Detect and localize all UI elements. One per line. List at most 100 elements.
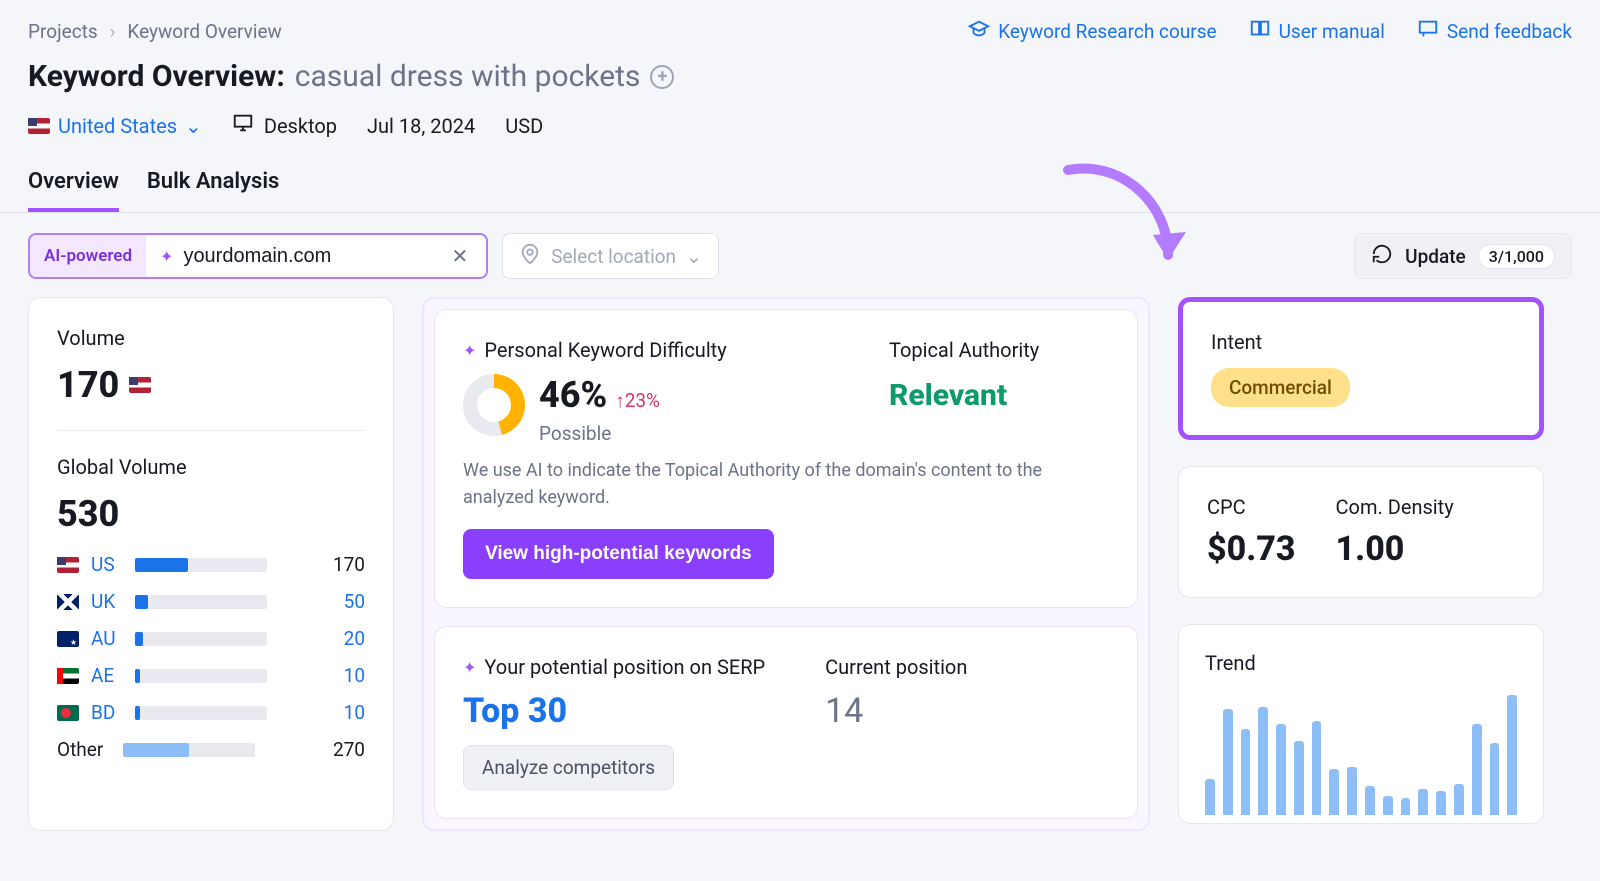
- trend-bar: [1418, 789, 1428, 815]
- country-code: AE: [91, 664, 123, 687]
- flag-us-icon: [129, 377, 151, 393]
- clear-icon[interactable]: ✕: [443, 244, 476, 268]
- page-keyword: casual dress with pockets: [295, 59, 641, 94]
- pkd-delta: 23%: [615, 389, 660, 413]
- cpc-label: CPC: [1207, 495, 1296, 519]
- country-row-us[interactable]: US 170: [57, 553, 365, 576]
- domain-input[interactable]: [183, 245, 433, 268]
- topical-authority-riority-value: Relevant: [889, 378, 1109, 413]
- country-row-uk[interactable]: UK 50: [57, 590, 365, 613]
- bar-track: [135, 595, 267, 609]
- flag-us-icon: [28, 118, 50, 134]
- global-volume-label: Global Volume: [57, 455, 365, 479]
- volume-card: Volume 170 Global Volume 530 US 170 UK 5…: [28, 297, 394, 831]
- feedback-link-label: Send feedback: [1447, 20, 1572, 43]
- trend-bar: [1205, 779, 1215, 815]
- flag-ae-icon: [57, 668, 79, 684]
- bar-fill: [135, 706, 140, 720]
- send-feedback-link[interactable]: Send feedback: [1417, 18, 1572, 45]
- trend-bar: [1312, 721, 1322, 815]
- flag-uk-icon: [57, 594, 79, 610]
- top-bar: Projects › Keyword Overview Keyword Rese…: [0, 0, 1600, 45]
- country-code: US: [91, 553, 123, 576]
- ai-domain-input-group: AI-powered ✦ ✕: [28, 233, 488, 279]
- flag-us-icon: [57, 557, 79, 573]
- country-volume: 20: [279, 627, 365, 650]
- bar-fill: [135, 669, 140, 683]
- breadcrumb-root[interactable]: Projects: [28, 20, 98, 43]
- difficulty-donut-icon: [463, 374, 525, 436]
- device-select[interactable]: Desktop: [232, 112, 337, 139]
- trend-bar: [1490, 743, 1500, 815]
- bar-track: [135, 558, 267, 572]
- location-select[interactable]: Select location ⌄: [502, 233, 719, 279]
- update-button[interactable]: Update 3/1,000: [1354, 233, 1572, 279]
- chevron-right-icon: ›: [110, 20, 116, 43]
- country-select[interactable]: United States ⌄: [28, 114, 202, 138]
- trend-bar: [1454, 784, 1464, 815]
- country-volume: 10: [279, 664, 365, 687]
- bar-fill: [135, 595, 148, 609]
- trend-bar: [1241, 729, 1251, 815]
- right-column: Intent Commercial CPC $0.73 Com. Density…: [1178, 297, 1544, 831]
- update-label: Update: [1405, 245, 1466, 268]
- bar-track: [135, 669, 267, 683]
- user-manual-link[interactable]: User manual: [1249, 18, 1385, 45]
- country-row-other[interactable]: Other 270: [57, 738, 365, 761]
- trend-bar: [1436, 791, 1446, 815]
- filter-row: United States ⌄ Desktop Jul 18, 2024 USD: [0, 94, 1600, 139]
- keyword-research-course-link[interactable]: Keyword Research course: [968, 18, 1216, 45]
- analyze-competitors-button[interactable]: Analyze competitors: [463, 745, 674, 790]
- sparkle-icon: ✦: [160, 247, 173, 266]
- page-title-row: Keyword Overview: casual dress with pock…: [0, 45, 1600, 94]
- bar-fill: [135, 632, 143, 646]
- country-row-au[interactable]: AU 20: [57, 627, 365, 650]
- trend-bar: [1401, 798, 1411, 815]
- add-keyword-icon[interactable]: +: [650, 65, 674, 89]
- global-volume-value: 530: [57, 493, 365, 535]
- top-links: Keyword Research course User manual Send…: [968, 18, 1572, 45]
- pkd-description: We use AI to indicate the Topical Author…: [463, 457, 1109, 511]
- trend-bar: [1472, 724, 1482, 815]
- chevron-down-icon: ⌄: [185, 114, 202, 138]
- manual-link-label: User manual: [1279, 20, 1385, 43]
- serp-card: ✦ Your potential position on SERP Top 30…: [434, 626, 1138, 819]
- research-link-label: Keyword Research course: [998, 20, 1216, 43]
- country-code: UK: [91, 590, 123, 613]
- trend-bar: [1347, 767, 1357, 815]
- tab-overview[interactable]: Overview: [28, 169, 119, 212]
- trend-bar: [1507, 695, 1517, 815]
- country-row-bd[interactable]: BD 10: [57, 701, 365, 724]
- update-count-badge: 3/1,000: [1478, 244, 1555, 269]
- cpc-value: $0.73: [1207, 529, 1296, 569]
- tab-bulk-analysis[interactable]: Bulk Analysis: [147, 169, 280, 212]
- country-code: AU: [91, 627, 123, 650]
- bar-track: [123, 743, 255, 757]
- chevron-down-icon: ⌄: [686, 245, 702, 268]
- date-label: Jul 18, 2024: [367, 114, 475, 138]
- com-density-label: Com. Density: [1336, 495, 1454, 519]
- trend-bar: [1276, 724, 1286, 815]
- volume-label: Volume: [57, 326, 365, 350]
- trend-bar: [1329, 769, 1339, 815]
- current-position-label: Current position: [825, 655, 967, 679]
- view-high-potential-button[interactable]: View high-potential keywords: [463, 529, 774, 579]
- breadcrumb-current: Keyword Overview: [127, 20, 281, 43]
- trend-card: Trend: [1178, 624, 1544, 824]
- country-volume: 10: [279, 701, 365, 724]
- currency-label: USD: [505, 114, 543, 138]
- bar-track: [135, 706, 267, 720]
- country-row-ae[interactable]: AE 10: [57, 664, 365, 687]
- refresh-icon: [1371, 243, 1393, 270]
- country-volume: 170: [279, 553, 365, 576]
- controls-row: AI-powered ✦ ✕ Select location ⌄ Update …: [0, 213, 1600, 297]
- divider: [57, 430, 365, 431]
- cpc-card: CPC $0.73 Com. Density 1.00: [1178, 466, 1544, 598]
- trend-bar: [1258, 707, 1268, 815]
- page-title: Keyword Overview:: [28, 59, 285, 94]
- pin-icon: [519, 243, 541, 270]
- device-label: Desktop: [264, 114, 337, 138]
- pkd-card: ✦ Personal Keyword Difficulty 46% 23% Po…: [434, 309, 1138, 608]
- trend-label: Trend: [1205, 651, 1517, 675]
- trend-bar: [1383, 796, 1393, 815]
